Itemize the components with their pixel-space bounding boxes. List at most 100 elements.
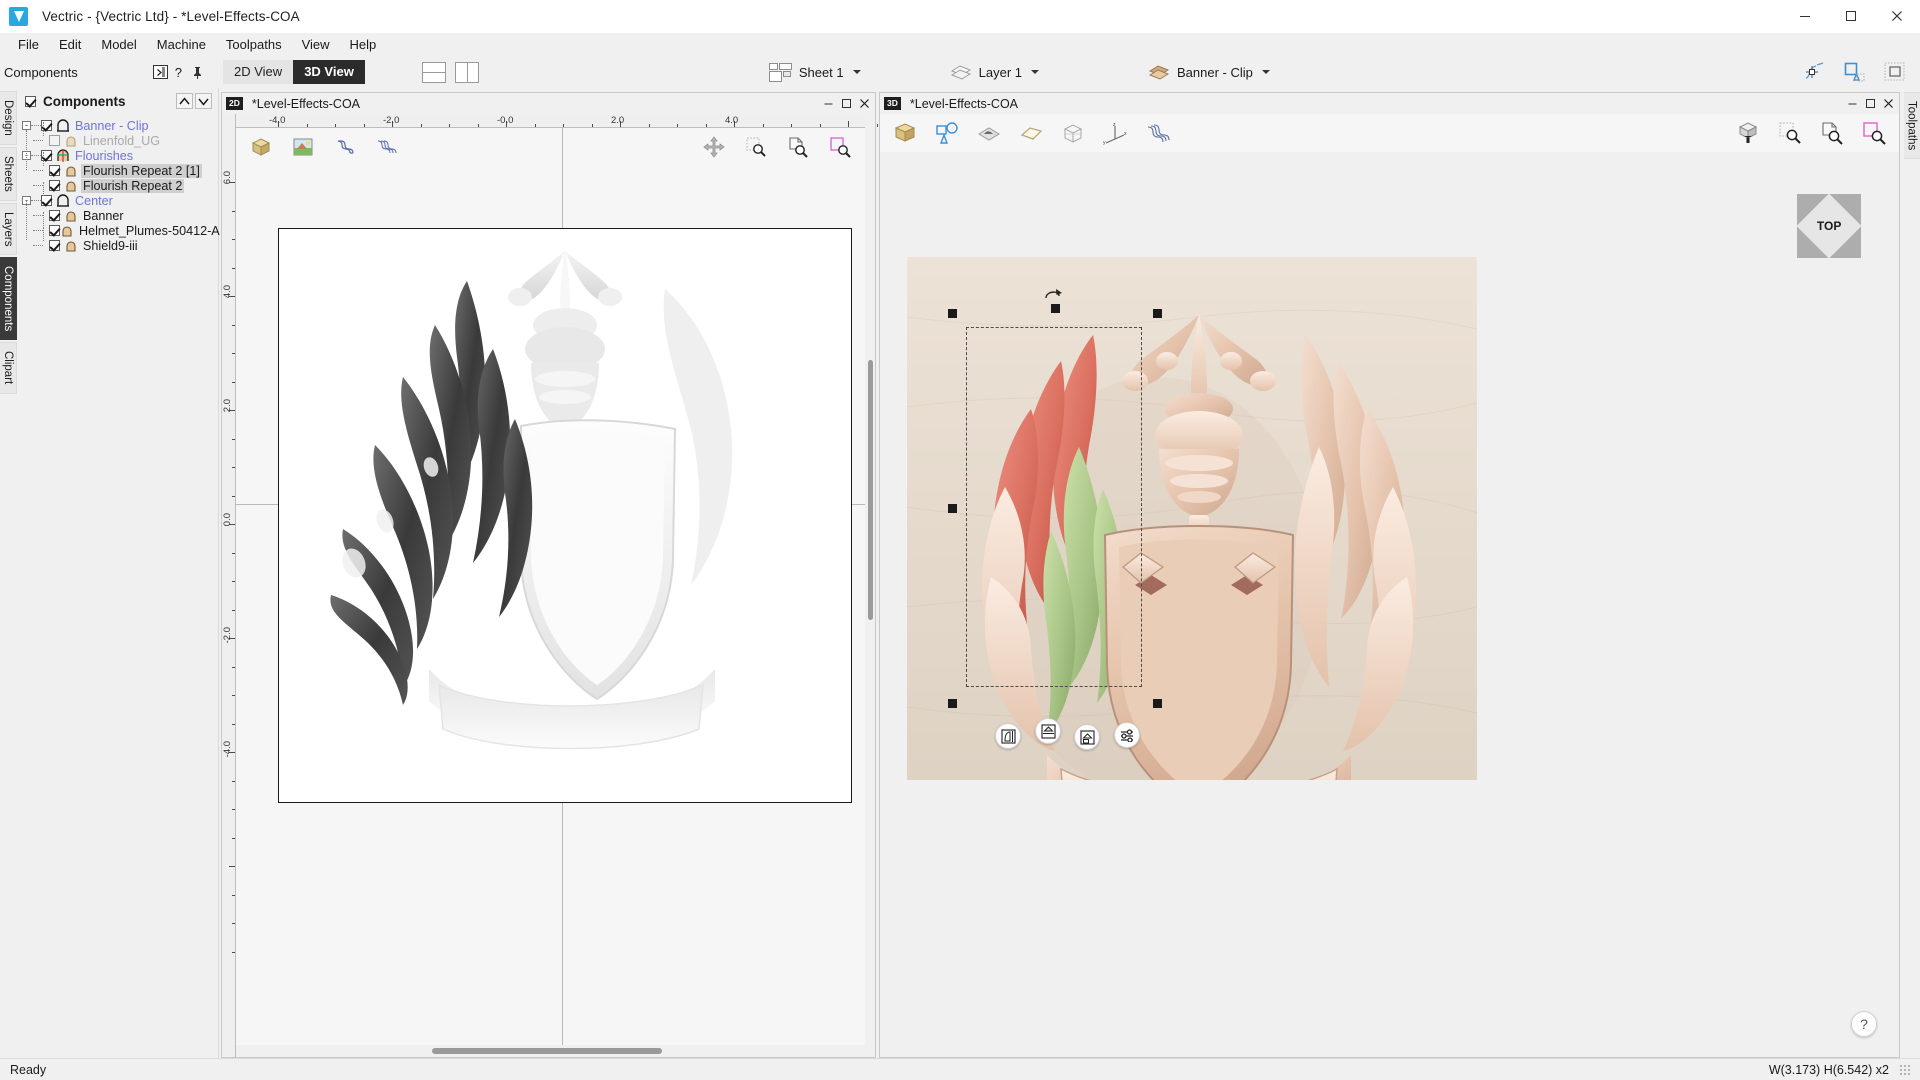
tree-guide xyxy=(43,212,44,226)
tree-item-flourish-repeat-2[interactable]: Flourish Repeat 2 xyxy=(22,178,218,193)
tab-3d-view[interactable]: 3D View xyxy=(293,60,365,84)
selection-handle-top-right[interactable] xyxy=(1153,309,1162,318)
node-edit-icon[interactable] xyxy=(1802,59,1828,85)
2d-zoom-box-icon[interactable] xyxy=(743,134,769,160)
menu-toolpaths[interactable]: Toolpaths xyxy=(216,35,292,54)
resize-grip-icon[interactable] xyxy=(1899,1064,1910,1075)
pin-icon[interactable] xyxy=(189,65,205,80)
mirror-top-icon[interactable] xyxy=(1035,718,1061,744)
tree-item-helmet-plumes-50412-a[interactable]: Helmet_Plumes-50412-A xyxy=(22,223,220,238)
tree-item-banner[interactable]: Banner xyxy=(22,208,218,223)
3d-canvas[interactable]: TOP ? xyxy=(880,152,1899,1057)
2d-zoom-page-icon[interactable] xyxy=(785,134,811,160)
2d-pan-icon[interactable] xyxy=(701,134,727,160)
toolpath-multi-icon[interactable] xyxy=(374,134,400,160)
3d-zoom-page-icon[interactable] xyxy=(1819,120,1845,146)
3d-model-icon[interactable] xyxy=(248,134,274,160)
tree-item-banner-clip[interactable]: - Banner - Clip xyxy=(22,118,218,133)
sheet-selector[interactable]: Sheet 1 xyxy=(768,62,861,82)
3d-close-icon[interactable] xyxy=(1879,95,1897,113)
collapse-panel-icon[interactable] xyxy=(152,65,168,79)
help-button[interactable]: ? xyxy=(1851,1011,1877,1037)
ruler-tick xyxy=(232,695,235,696)
rotate-handle-icon[interactable] xyxy=(1044,287,1062,301)
tree-expander[interactable]: - xyxy=(22,121,31,130)
sidebar-tab-layers[interactable]: Layers xyxy=(0,202,17,256)
tab-2d-view[interactable]: 2D View xyxy=(223,60,294,84)
tree-item-checkbox[interactable] xyxy=(41,195,52,206)
2d-horizontal-scrollbar[interactable] xyxy=(236,1045,865,1057)
tree-item-checkbox[interactable] xyxy=(49,165,60,176)
sidebar-tab-sheets[interactable]: Sheets xyxy=(0,146,17,201)
menu-file[interactable]: File xyxy=(8,35,49,54)
tree-item-linenfold-ug[interactable]: Linenfold_UG xyxy=(22,133,218,148)
sidebar-tab-toolpaths[interactable]: Toolpaths xyxy=(1903,92,1920,160)
tree-item-checkbox[interactable] xyxy=(49,240,60,251)
bitmap-image-icon[interactable] xyxy=(290,134,316,160)
menu-model[interactable]: Model xyxy=(91,35,146,54)
tree-item-checkbox[interactable] xyxy=(49,225,60,236)
2d-hscroll-thumb[interactable] xyxy=(432,1048,662,1054)
level-selector[interactable]: Banner - Clip xyxy=(1147,62,1270,82)
layout-split-vertical-icon[interactable] xyxy=(454,61,479,83)
layout-split-horizontal-icon[interactable] xyxy=(421,61,446,83)
3d-minimize-icon[interactable] xyxy=(1843,95,1861,113)
right-tab-strip: Toolpaths xyxy=(1903,88,1920,1058)
2d-maximize-icon[interactable] xyxy=(837,95,855,113)
view-cube-top[interactable]: TOP xyxy=(1796,193,1862,259)
sidebar-tab-design[interactable]: Design xyxy=(0,91,17,145)
mirror-left-icon[interactable] xyxy=(995,723,1021,749)
3d-zoom-selection-icon[interactable] xyxy=(1861,120,1887,146)
3d-zoom-box-icon[interactable] xyxy=(1777,120,1803,146)
2d-zoom-selection-icon[interactable] xyxy=(827,134,853,160)
toolpath-wave-icon[interactable] xyxy=(1144,120,1170,146)
minimize-icon[interactable] xyxy=(1782,0,1828,33)
menu-machine[interactable]: Machine xyxy=(147,35,216,54)
ruler-tick xyxy=(232,353,235,354)
shape-outline-icon[interactable] xyxy=(934,120,960,146)
tree-item-flourishes[interactable]: - Flourishes xyxy=(22,148,218,163)
wireframe-box-icon[interactable] xyxy=(1060,120,1086,146)
selection-handle-bottom-left[interactable] xyxy=(948,699,957,708)
2d-minimize-icon[interactable] xyxy=(819,95,837,113)
material-block-icon[interactable] xyxy=(892,120,918,146)
menu-edit[interactable]: Edit xyxy=(49,35,91,54)
panel-help-button[interactable]: ? xyxy=(175,65,182,80)
tree-item-flourish-repeat-2-1[interactable]: Flourish Repeat 2 [1] xyxy=(22,163,218,178)
move-down-icon[interactable] xyxy=(195,93,212,109)
menu-help[interactable]: Help xyxy=(340,35,387,54)
close-icon[interactable] xyxy=(1874,0,1920,33)
layer-selector[interactable]: Layer 1 xyxy=(949,62,1040,82)
3d-maximize-icon[interactable] xyxy=(1861,95,1879,113)
select-all-icon[interactable] xyxy=(1882,59,1908,85)
2d-vertical-scrollbar[interactable] xyxy=(865,114,875,1057)
vector-select-icon[interactable] xyxy=(1842,59,1868,85)
mirror-bottom-icon[interactable] xyxy=(1074,724,1100,750)
tree-item-center[interactable]: - Center xyxy=(22,193,218,208)
toolpath-preview-icon[interactable] xyxy=(332,134,358,160)
menu-view[interactable]: View xyxy=(292,35,340,54)
selection-handle-top-left[interactable] xyxy=(948,309,957,318)
maximize-icon[interactable] xyxy=(1828,0,1874,33)
2d-close-icon[interactable] xyxy=(855,95,873,113)
2d-canvas[interactable] xyxy=(236,128,865,1045)
tree-item-checkbox[interactable] xyxy=(49,210,60,221)
move-up-icon[interactable] xyxy=(176,93,193,109)
tree-item-checkbox[interactable] xyxy=(49,135,60,146)
tree-guide xyxy=(43,152,44,166)
isometric-view-icon[interactable] xyxy=(1735,120,1761,146)
level-group-icon xyxy=(56,119,70,132)
flat-plane-icon[interactable] xyxy=(1018,120,1044,146)
component-settings-icon[interactable] xyxy=(1114,722,1140,748)
tree-item-shield9-iii[interactable]: Shield9-iii xyxy=(22,238,218,253)
selection-handle-middle-left[interactable] xyxy=(948,504,957,513)
selection-handle-top-center[interactable] xyxy=(1051,304,1060,313)
components-root-checkbox[interactable] xyxy=(25,95,36,107)
sidebar-tab-clipart[interactable]: Clipart xyxy=(0,342,17,394)
vectric-logo-icon xyxy=(9,6,28,26)
2d-vscroll-thumb[interactable] xyxy=(868,360,873,620)
axis-gizmo-icon[interactable]: z x y xyxy=(1102,120,1128,146)
tree-item-checkbox[interactable] xyxy=(49,180,60,191)
shaded-preview-icon[interactable] xyxy=(976,120,1002,146)
sidebar-tab-components[interactable]: Components xyxy=(0,257,17,341)
